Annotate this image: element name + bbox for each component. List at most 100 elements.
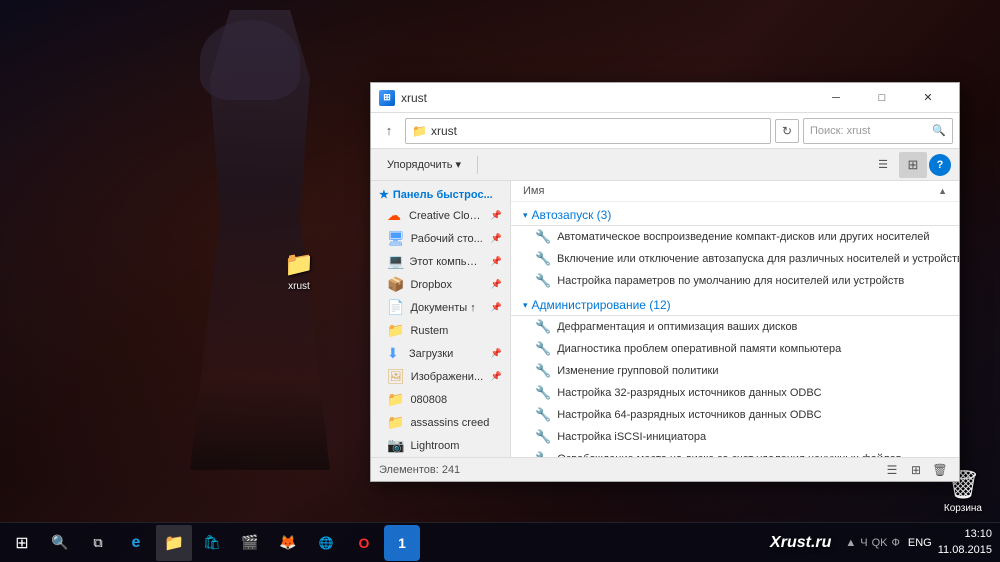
list-item[interactable]: 🔧 Включение или отключение автозапуска д… [511,248,959,270]
items-count: Элементов: 241 [379,464,460,476]
time-display: 13:10 [938,527,992,542]
sidebar-item-rustem[interactable]: 📁 Rustem [371,319,510,342]
xrust-desktop-folder[interactable]: 📁 xrust [284,250,314,292]
sidebar-item-desktop[interactable]: 🖥 Рабочий сто... 📌 [371,227,510,250]
close-button[interactable]: ✕ [905,83,951,113]
item-icon: 🔧 [535,341,551,357]
task-view-button[interactable]: ⧉ [80,525,116,561]
help-button[interactable]: ? [929,154,951,176]
tray-network[interactable]: Ф [892,537,900,549]
status-view-large[interactable]: ⊞ [905,460,927,480]
quick-access-label: Панель быстрос... [393,189,493,201]
search-icon: 🔍 [932,124,946,137]
media-icon: 🎬 [241,534,258,551]
window-controls: ─ □ ✕ [813,83,951,113]
date-display: 11.08.2015 [938,543,992,558]
search-box[interactable]: Поиск: xrust 🔍 [803,118,953,144]
tray-area: ▲ Ч QK Ф ENG [845,537,931,549]
group-arrow: ▾ [523,210,528,221]
address-box[interactable]: 📁 xrust [405,118,771,144]
list-item[interactable]: 🔧 Дефрагментация и оптимизация ваших дис… [511,316,959,338]
list-item[interactable]: 🔧 Настройка 64-разрядных источников данн… [511,404,959,426]
view-tiles-button[interactable]: ⊞ [899,152,927,178]
taskbar: ⊞ 🔍 ⧉ e 📁 🛍 🎬 🦊 🌐 O 1 [0,522,1000,562]
quick-access-header[interactable]: ★ Панель быстрос... [371,185,510,204]
list-item[interactable]: 🔧 Диагностика проблем оперативной памяти… [511,338,959,360]
sidebar-item-pictures[interactable]: 🖼 Изображени... 📌 [371,365,510,388]
group-name: Администрирование (12) [532,298,671,312]
view-details-button[interactable]: ☰ [869,152,897,178]
item-label: Дефрагментация и оптимизация ваших диско… [557,321,797,333]
sidebar-item-assassins[interactable]: 📁 assassins creed [371,411,510,434]
tray-arrow[interactable]: ▲ [845,537,856,549]
store-button[interactable]: 🛍 [194,525,230,561]
chrome-button[interactable]: 🌐 [308,525,344,561]
clock[interactable]: 13:10 11.08.2015 [938,527,992,558]
explorer-button[interactable]: 📁 [156,525,192,561]
sidebar-item-documents[interactable]: 📄 Документы ↑ 📌 [371,296,510,319]
tray-volume[interactable]: QK [872,537,888,549]
group-autorun[interactable]: ▾ Автозапуск (3) [511,202,959,226]
sidebar-item-label: 080808 [410,394,447,406]
window-titlebar: ⊞ xrust ─ □ ✕ [371,83,959,113]
media-button[interactable]: 🎬 [232,525,268,561]
item-label: Настройка параметров по умолчанию для но… [557,275,904,287]
back-button[interactable]: ↑ [377,119,401,143]
toolbar: Упорядочить ▾ ☰ ⊞ ? [371,149,959,181]
sidebar-item-080808[interactable]: 📁 080808 [371,388,510,411]
recycle-bin-button[interactable]: 🗑 [929,460,951,480]
sidebar-item-label: assassins creed [410,417,489,429]
lang-indicator[interactable]: ENG [908,537,932,549]
tray-battery[interactable]: Ч [860,537,867,549]
list-item[interactable]: 🔧 Настройка iSCSI-инициатора [511,426,959,448]
recycle-bin-label: Корзина [944,503,982,514]
onepassword-button[interactable]: 1 [384,525,420,561]
desktop-icon: 🖥 [387,230,405,247]
organize-button[interactable]: Упорядочить ▾ [379,152,469,178]
item-label: Включение или отключение автозапуска для… [557,253,959,265]
item-icon: 🔧 [535,229,551,245]
list-item[interactable]: 🔧 Изменение групповой политики [511,360,959,382]
list-item[interactable]: 🔧 Настройка параметров по умолчанию для … [511,270,959,292]
sidebar-item-computer[interactable]: 💻 Этот компьюс... 📌 [371,250,510,273]
folder-icon: 📁 [284,250,314,279]
list-item[interactable]: 🔧 Освобождение места на диске за счет уд… [511,448,959,457]
sidebar-item-label: Документы ↑ [410,302,475,314]
opera-button[interactable]: O [346,525,382,561]
search-icon: 🔍 [51,534,68,551]
refresh-button[interactable]: ↻ [775,119,799,143]
dropbox-icon: 📦 [387,276,404,293]
documents-icon: 📄 [387,299,404,316]
group-admin[interactable]: ▾ Администрирование (12) [511,292,959,316]
chrome-icon: 🌐 [319,536,334,550]
sidebar-item-label: Lightroom [410,440,459,452]
sidebar-item-dropbox1[interactable]: 📦 Dropbox 📌 [371,273,510,296]
organize-arrow: ▾ [455,158,461,171]
toolbar-separator [477,156,478,174]
list-item[interactable]: 🔧 Настройка 32-разрядных источников данн… [511,382,959,404]
search-button[interactable]: 🔍 [42,525,78,561]
item-label: Диагностика проблем оперативной памяти к… [557,343,841,355]
explorer-icon: 📁 [164,533,184,553]
sidebar-item-downloads[interactable]: ⬇ Загрузки 📌 [371,342,510,365]
sidebar-item-creative-cloud[interactable]: ☁ Creative Clou... 📌 [371,204,510,227]
item-label: Изменение групповой политики [557,365,718,377]
item-icon: 🔧 [535,273,551,289]
firefox-button[interactable]: 🦊 [270,525,306,561]
sidebar: ★ Панель быстрос... ☁ Creative Clou... 📌… [371,181,511,457]
sidebar-item-lightroom[interactable]: 📷 Lightroom [371,434,510,457]
minimize-button[interactable]: ─ [813,83,859,113]
sidebar-item-label: Загрузки [409,348,453,360]
item-label: Настройка iSCSI-инициатора [557,431,706,443]
list-item[interactable]: 🔧 Автоматическое воспроизведение компакт… [511,226,959,248]
column-name: Имя [523,185,935,197]
firefox-icon: 🦊 [279,534,296,551]
status-view-details[interactable]: ☰ [881,460,903,480]
file-explorer-window: ⊞ xrust ─ □ ✕ ↑ 📁 xrust ↻ Поиск: xrust 🔍… [370,82,960,482]
toolbar-view-controls: ☰ ⊞ ? [869,152,951,178]
ie-button[interactable]: e [118,525,154,561]
item-icon: 🔧 [535,407,551,423]
start-button[interactable]: ⊞ [4,525,40,561]
maximize-button[interactable]: □ [859,83,905,113]
folder-icon: 📁 [387,414,404,431]
